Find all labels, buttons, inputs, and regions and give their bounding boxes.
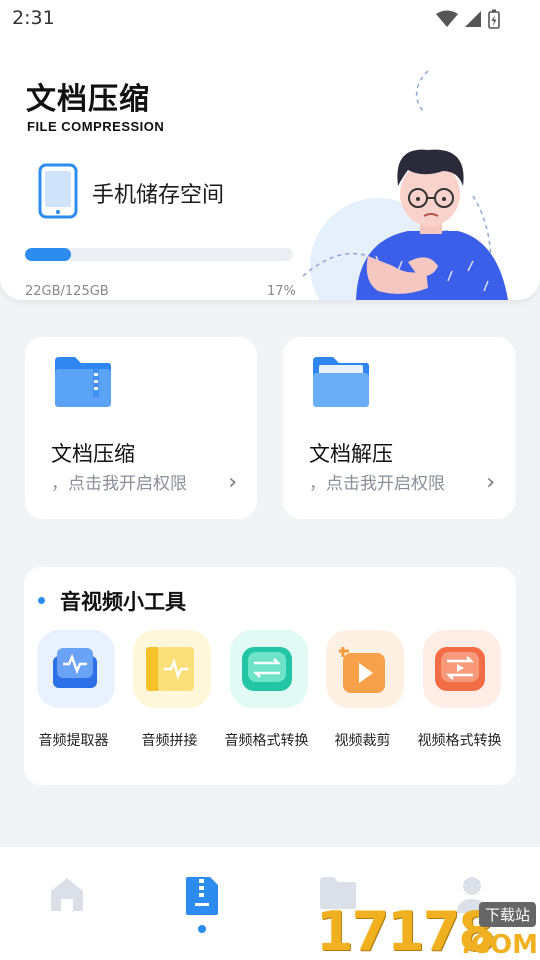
zip-file-icon[interactable] <box>184 875 220 917</box>
compress-card-hint: ，点击我开启权限 <box>51 474 187 494</box>
tool-video-crop[interactable]: 视频裁剪 <box>314 630 411 760</box>
phone-icon <box>38 163 78 219</box>
decompress-card-title: 文档解压 <box>309 442 393 466</box>
status-icons <box>436 9 500 29</box>
person-illustration <box>302 70 508 300</box>
tool-audio-extract[interactable]: 音频提取器 <box>25 630 122 760</box>
storage-size-text: 22GB/125GB <box>25 284 109 299</box>
storage-hero: 文档压缩 FILE COMPRESSION 手机储存空间 22GB/125GB … <box>0 36 540 300</box>
video-convert-icon <box>435 647 485 691</box>
tool-label: 视频格式转换 <box>417 733 502 749</box>
chevron-right-icon: › <box>486 470 495 495</box>
tool-label: 音频拼接 <box>141 733 198 749</box>
video-crop-icon <box>339 647 385 693</box>
tool-label: 音频提取器 <box>38 733 109 749</box>
page-subtitle: FILE COMPRESSION <box>27 119 165 134</box>
compress-card-title: 文档压缩 <box>51 442 135 466</box>
storage-label: 手机储存空间 <box>92 183 225 208</box>
status-bar: 2:31 <box>0 0 540 36</box>
decompress-card-hint: ，点击我开启权限 <box>309 474 445 494</box>
tool-audio-convert[interactable]: 音频格式转换 <box>218 630 315 760</box>
battery-icon <box>488 9 500 29</box>
storage-progress-bar <box>25 248 293 261</box>
media-tools-panel: 音视频小工具 音频提取器 音频拼接 音频格式转换 视频裁剪 视频格式转换 <box>24 567 516 785</box>
storage-progress-fill <box>25 248 71 261</box>
decompress-card[interactable]: 文档解压 ，点击我开启权限 › <box>283 337 515 519</box>
watermark-suffix: .COM <box>461 930 538 960</box>
compress-card[interactable]: 文档压缩 ，点击我开启权限 › <box>25 337 257 519</box>
active-tab-indicator <box>198 925 206 933</box>
cellular-signal-icon <box>465 11 481 27</box>
tool-label: 视频裁剪 <box>334 733 391 749</box>
wifi-icon <box>436 10 458 27</box>
watermark-tag: 下载站 <box>478 902 536 927</box>
open-folder-icon <box>313 357 369 407</box>
tools-heading: 音视频小工具 <box>60 590 186 614</box>
site-watermark: 17178 下载站 .COM <box>316 900 540 960</box>
tool-audio-merge[interactable]: 音频拼接 <box>121 630 218 760</box>
home-icon[interactable] <box>49 875 85 913</box>
tool-label: 音频格式转换 <box>224 733 309 749</box>
audio-extract-icon <box>53 648 97 688</box>
audio-convert-icon <box>242 647 292 691</box>
zip-folder-icon <box>55 357 111 407</box>
storage-percent-text: 17% <box>267 284 296 299</box>
tool-video-convert[interactable]: 视频格式转换 <box>411 630 508 760</box>
chevron-right-icon: › <box>228 470 237 495</box>
status-time: 2:31 <box>12 7 55 29</box>
page-title: 文档压缩 <box>26 82 150 117</box>
section-dot <box>38 597 45 604</box>
audio-merge-icon <box>146 647 194 691</box>
